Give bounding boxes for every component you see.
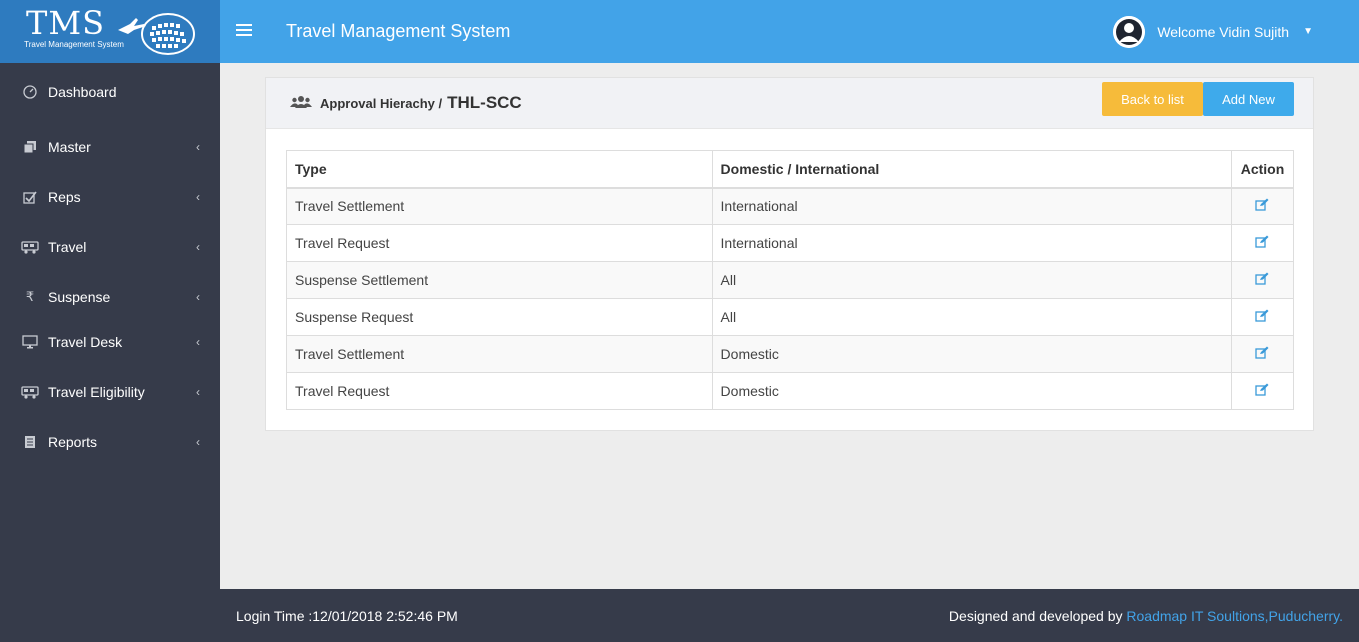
sidebar-item-label: Travel Desk — [48, 334, 123, 350]
logo-text: TMS — [26, 4, 106, 42]
column-header-type[interactable]: Type — [286, 150, 713, 189]
chevron-left-icon: ‹ — [196, 240, 200, 254]
menu-toggle-icon[interactable] — [236, 20, 256, 43]
cell-action — [1230, 224, 1295, 262]
table-row: Travel Request International — [286, 224, 1295, 262]
table-row: Travel Request Domestic — [286, 372, 1295, 410]
sidebar-item-label: Travel Eligibility — [48, 384, 145, 400]
sidebar-item-label: Suspense — [48, 289, 111, 305]
monitor-icon — [21, 335, 39, 349]
rupee-icon: ₹ — [25, 289, 35, 304]
sidebar-item-travel[interactable]: Travel ‹ — [0, 233, 220, 261]
edit-icon[interactable] — [1255, 346, 1269, 362]
chevron-left-icon: ‹ — [196, 435, 200, 449]
dashboard-icon — [21, 85, 39, 99]
panel-subtitle: THL-SCC — [447, 93, 522, 112]
sidebar: Dashboard Master ‹ Reps ‹ Travel ‹ ₹ Sus… — [0, 63, 220, 642]
table-row: Travel Settlement International — [286, 187, 1295, 225]
chevron-left-icon: ‹ — [196, 385, 200, 399]
approval-table: Type Domestic / International Action Tra… — [286, 150, 1295, 410]
logo-subtitle: Travel Management System — [24, 40, 124, 49]
approval-hierarchy-panel: Approval Hierachy / THL-SCC Back to list… — [265, 77, 1314, 431]
sidebar-item-label: Dashboard — [48, 84, 117, 100]
cell-scope: Domestic — [711, 372, 1232, 410]
table-header-row: Type Domestic / International Action — [286, 150, 1295, 189]
cell-action — [1230, 187, 1295, 225]
welcome-text: Welcome Vidin Sujith — [1157, 23, 1290, 40]
footer: Login Time :12/01/2018 2:52:46 PM Design… — [220, 589, 1359, 642]
cell-action — [1230, 372, 1295, 410]
sidebar-item-label: Master — [48, 139, 91, 155]
panel-title: Approval Hierachy / — [320, 95, 443, 111]
sidebar-item-reps[interactable]: Reps ‹ — [0, 183, 220, 211]
column-header-action: Action — [1230, 150, 1295, 189]
cell-scope: All — [711, 298, 1232, 336]
cell-type: Travel Request — [286, 372, 713, 410]
copy-icon — [21, 140, 39, 154]
avatar — [1113, 15, 1146, 48]
edit-icon[interactable] — [1255, 198, 1269, 214]
bus-icon — [21, 385, 39, 399]
cell-type: Travel Request — [286, 224, 713, 262]
chevron-left-icon: ‹ — [196, 140, 200, 154]
cell-action — [1230, 261, 1295, 299]
edit-icon[interactable] — [1255, 383, 1269, 399]
cell-type: Travel Settlement — [286, 335, 713, 373]
add-new-button[interactable]: Add New — [1203, 82, 1294, 116]
sidebar-item-master[interactable]: Master ‹ — [0, 133, 220, 161]
edit-icon[interactable] — [1255, 235, 1269, 251]
bus-icon — [21, 240, 39, 254]
footer-credits: Designed and developed by Roadmap IT Sou… — [949, 608, 1343, 624]
table-row: Suspense Settlement All — [286, 261, 1295, 299]
chevron-left-icon: ‹ — [196, 190, 200, 204]
company-link[interactable]: Roadmap IT Soultions,Puducherry. — [1126, 608, 1343, 624]
chevron-left-icon: ‹ — [196, 290, 200, 304]
globe-icon — [118, 13, 195, 55]
user-menu[interactable]: Welcome Vidin Sujith ▼ — [1113, 15, 1313, 48]
check-square-icon — [21, 190, 39, 204]
cell-scope: International — [711, 224, 1232, 262]
sidebar-item-suspense[interactable]: ₹ Suspense ‹ — [0, 283, 220, 311]
column-header-scope[interactable]: Domestic / International — [711, 150, 1232, 189]
sidebar-item-dashboard[interactable]: Dashboard — [0, 78, 220, 106]
edit-icon[interactable] — [1255, 309, 1269, 325]
caret-down-icon: ▼ — [1303, 26, 1313, 37]
designed-by-text: Designed and developed by — [948, 607, 1123, 624]
sidebar-item-travel-desk[interactable]: Travel Desk ‹ — [0, 328, 220, 356]
sidebar-item-label: Reports — [48, 434, 98, 450]
logo[interactable]: TMS Travel Management System — [0, 0, 220, 63]
edit-icon[interactable] — [1255, 272, 1269, 288]
sidebar-item-travel-eligibility[interactable]: Travel Eligibility ‹ — [0, 378, 220, 406]
panel-header: Approval Hierachy / THL-SCC Back to list… — [266, 78, 1313, 129]
login-time: Login Time :12/01/2018 2:52:46 PM — [236, 607, 458, 624]
top-navbar: Travel Management System Welcome Vidin S… — [220, 0, 1359, 63]
chevron-left-icon: ‹ — [196, 335, 200, 349]
table-row: Travel Settlement Domestic — [286, 335, 1295, 373]
cell-type: Suspense Request — [286, 298, 713, 336]
cell-scope: Domestic — [711, 335, 1232, 373]
users-icon — [290, 95, 312, 112]
sidebar-item-label: Reps — [48, 189, 81, 205]
back-to-list-button[interactable]: Back to list — [1102, 82, 1203, 116]
cell-action — [1230, 298, 1295, 336]
cell-scope: All — [711, 261, 1232, 299]
cell-type: Travel Settlement — [286, 187, 713, 225]
sidebar-item-label: Travel — [48, 239, 87, 255]
table-row: Suspense Request All — [286, 298, 1295, 336]
document-icon — [21, 435, 39, 449]
cell-action — [1230, 335, 1295, 373]
cell-scope: International — [711, 187, 1232, 225]
sidebar-item-reports[interactable]: Reports ‹ — [0, 428, 220, 456]
app-title: Travel Management System — [286, 21, 511, 41]
cell-type: Suspense Settlement — [286, 261, 713, 299]
